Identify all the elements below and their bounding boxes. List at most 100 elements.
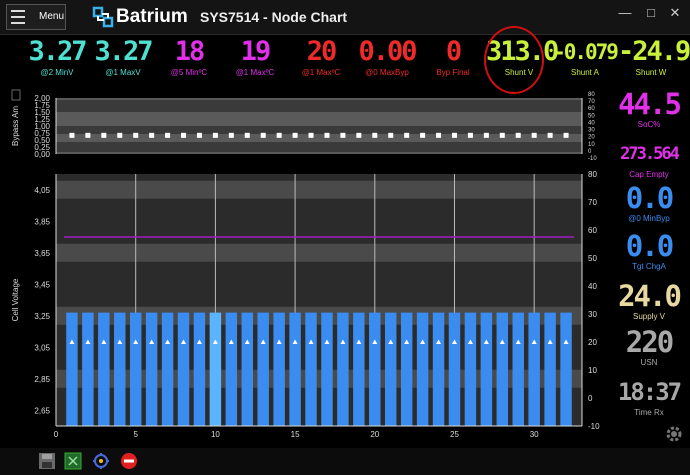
bypass-marker (85, 132, 91, 138)
cell-voltage-bar (161, 312, 174, 426)
cell-y2tick: -10 (588, 422, 600, 431)
metric-4: 20 @1 MaxºC (288, 36, 354, 78)
metric-label: @1 MaxV (105, 68, 141, 77)
save-icon[interactable] (38, 452, 56, 470)
bypass-band (56, 100, 582, 112)
side-metric-4: 24.0 Supply V (612, 280, 686, 322)
red-annotation-circle (484, 26, 544, 94)
cell-xtick: 10 (211, 430, 220, 439)
maximize-icon[interactable]: □ (642, 5, 660, 21)
cell-xtick: 15 (291, 430, 300, 439)
close-icon[interactable]: ✕ (666, 5, 684, 21)
bypass-y2tick: 0 (588, 149, 592, 155)
node-chart: 2,001,751,501,251,000,750,500,250,008070… (11, 89, 600, 439)
cell-ytick: 3,45 (34, 280, 50, 289)
cell-voltage-bar (369, 312, 381, 426)
batrium-logo-icon (92, 6, 114, 28)
bypass-marker (244, 132, 250, 138)
side-metric-label: Tgt ChgA (632, 262, 666, 271)
side-metric-value: 18:37 (617, 378, 682, 406)
metric-value: 3.27 (28, 36, 87, 67)
cell-voltage-bar (416, 312, 429, 426)
metric-value: 3.27 (94, 36, 153, 67)
title-bar: Menu Batrium SYS7514 - Node Chart — □ ✕ (0, 0, 690, 35)
bypass-marker (69, 132, 75, 138)
bypass-marker (356, 132, 362, 138)
metric-value: 0.00 (358, 36, 417, 67)
cell-voltage-bar (82, 312, 94, 426)
side-metric-5: 220 USN (612, 326, 686, 368)
cell-voltage-bar (496, 312, 509, 426)
cell-ytick: 3,25 (34, 312, 50, 321)
settings-tools-icon[interactable] (92, 452, 110, 470)
side-metric-value: 273.564 (620, 144, 680, 164)
bypass-y2tick: 80 (588, 92, 595, 98)
metric-3: 19 @1 MaxºC (222, 36, 288, 78)
bypass-marker (324, 132, 330, 138)
cell-voltage-bar (544, 312, 556, 426)
cell-voltage-bar (400, 312, 413, 426)
bypass-marker (228, 132, 234, 138)
metric-6: 0 Byp Final (420, 36, 486, 78)
bypass-marker (117, 132, 123, 138)
cell-y2tick: 50 (588, 254, 597, 263)
side-metric-label: Cap Empty (629, 170, 669, 179)
cell-voltage-bar (432, 312, 445, 426)
side-metric-label: USN (640, 358, 658, 367)
cell-voltage-bar (384, 312, 397, 426)
bypass-marker (420, 132, 426, 138)
bypass-marker (451, 132, 457, 138)
bypass-band (56, 126, 582, 134)
bypass-marker (372, 132, 378, 138)
cell-voltage-bar (257, 312, 269, 426)
cell-ylabel: Cell Voltage (11, 278, 20, 321)
cell-voltage-bar (66, 312, 78, 426)
bypass-marker (467, 132, 473, 138)
cell-y2tick: 40 (588, 282, 597, 291)
hamburger-icon (11, 10, 25, 24)
bypass-marker (340, 132, 346, 138)
brand-name: Batrium (116, 6, 188, 27)
metric-value: -24.9 (618, 36, 690, 67)
metric-label: Byp Final (436, 68, 470, 77)
side-metric-3: 0.0 Tgt ChgA (612, 230, 686, 272)
cell-y2tick: 20 (588, 338, 597, 347)
side-metric-label: Supply V (632, 312, 666, 321)
gear-icon[interactable] (664, 424, 684, 444)
bypass-marker (260, 132, 266, 138)
export-icon[interactable] (64, 452, 82, 470)
cell-xtick: 20 (370, 430, 379, 439)
side-metric-0: 44.5 SoC% (612, 88, 686, 130)
bypass-y2tick: 70 (588, 99, 595, 105)
cell-voltage-bar (98, 312, 110, 426)
bypass-y2tick: 20 (588, 135, 595, 141)
bypass-y2tick: 60 (588, 106, 595, 112)
stop-icon[interactable] (120, 452, 138, 470)
cell-band (56, 180, 582, 199)
side-metric-1: 273.564 Cap Empty (612, 138, 686, 180)
bypass-marker (499, 132, 505, 138)
menu-label: Menu (39, 11, 65, 22)
cell-voltage-bar (225, 312, 238, 426)
side-metric-label: @0 MinByp (628, 214, 670, 223)
cell-voltage-bar (560, 312, 572, 426)
metric-value: 18 (174, 36, 206, 67)
bypass-marker (515, 132, 521, 138)
cell-voltage-bar (209, 312, 222, 426)
window-title: SYS7514 - Node Chart (200, 9, 348, 25)
cell-y2tick: 60 (588, 226, 597, 235)
cell-y2tick: 70 (588, 198, 597, 207)
cell-voltage-bar (321, 312, 333, 426)
cell-voltage-bar (289, 312, 301, 426)
cell-band (56, 243, 582, 262)
metric-label: @0 MaxByp (365, 68, 409, 77)
metric-label: @1 MaxºC (235, 68, 275, 77)
metric-value: 0 (445, 36, 462, 67)
side-metric-value: 24.0 (618, 279, 682, 313)
cell-voltage-bar (193, 312, 206, 426)
minimize-icon[interactable]: — (616, 5, 634, 21)
bypass-marker (165, 132, 171, 138)
menu-button[interactable]: Menu (6, 4, 66, 30)
cell-voltage-bar (480, 312, 493, 426)
bypass-y2tick: 50 (588, 113, 595, 119)
